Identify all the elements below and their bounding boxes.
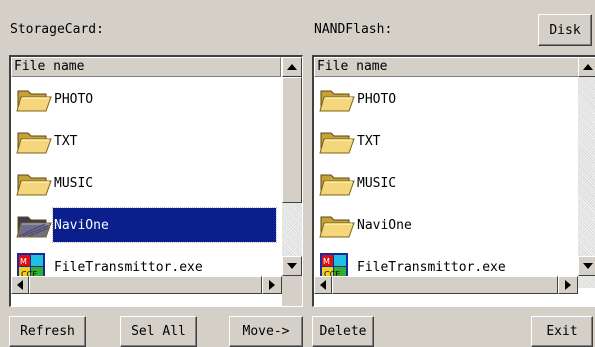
svg-text:M: M — [323, 257, 330, 266]
arrow-right-icon — [565, 280, 571, 290]
vertical-scrollbar[interactable] — [578, 57, 595, 288]
arrow-down-icon — [287, 263, 297, 269]
arrow-left-icon — [320, 280, 326, 290]
scroll-right-button[interactable] — [558, 276, 578, 294]
list-item[interactable]: MUSIC — [11, 162, 281, 204]
list-item[interactable]: PHOTO — [314, 78, 577, 120]
arrow-left-icon — [17, 280, 23, 290]
scroll-up-button[interactable] — [282, 57, 302, 77]
arrow-down-icon — [583, 263, 593, 269]
folder-icon — [15, 208, 53, 242]
scroll-right-button[interactable] — [262, 276, 282, 294]
folder-icon — [318, 208, 356, 242]
file-name-label: TXT — [54, 133, 78, 149]
scroll-left-button[interactable] — [314, 276, 332, 294]
file-name-label: FileTransmittor.exe — [54, 259, 203, 275]
arrow-up-icon — [583, 64, 593, 70]
list-item[interactable]: TXT — [314, 120, 577, 162]
list-item[interactable]: NaviOne — [314, 204, 577, 246]
horizontal-scrollbar[interactable] — [314, 276, 578, 294]
svg-text:M: M — [20, 257, 27, 266]
scroll-down-button[interactable] — [578, 256, 595, 276]
scroll-up-button[interactable] — [578, 57, 595, 77]
horizontal-scrollbar[interactable] — [11, 276, 282, 294]
scroll-down-button[interactable] — [282, 256, 302, 276]
refresh-button[interactable]: Refresh — [9, 316, 86, 347]
folder-icon — [318, 82, 356, 116]
storagecard-label: StorageCard: — [10, 22, 104, 37]
move-button[interactable]: Move-> — [229, 316, 303, 347]
list-item[interactable]: TXT — [11, 120, 281, 162]
horizontal-scroll-thumb[interactable] — [29, 276, 262, 294]
folder-icon — [15, 124, 53, 158]
column-header-file-name[interactable]: File name — [11, 57, 281, 77]
storagecard-file-list[interactable]: File name PHOTO TXT MUSIC NaviOne M CCE FileTr… — [9, 55, 303, 307]
file-name-label: MUSIC — [54, 175, 94, 191]
file-name-label: NaviOne — [357, 217, 412, 233]
file-name-label: PHOTO — [54, 91, 94, 107]
exit-button[interactable]: Exit — [531, 316, 593, 347]
list-item[interactable]: NaviOne — [11, 204, 281, 246]
arrow-right-icon — [269, 280, 275, 290]
nandflash-label: NANDFlash: — [314, 22, 393, 37]
list-item[interactable]: PHOTO — [11, 78, 281, 120]
file-name-label: TXT — [357, 133, 381, 149]
vertical-scroll-thumb[interactable] — [282, 77, 302, 203]
nandflash-file-list[interactable]: File name PHOTO TXT MUSIC NaviOne M CCE FileTr… — [312, 55, 595, 307]
file-name-label: MUSIC — [357, 175, 397, 191]
folder-icon — [318, 124, 356, 158]
vertical-scrollbar[interactable] — [282, 57, 302, 288]
select-all-button[interactable]: Sel All — [120, 316, 197, 347]
delete-button[interactable]: Delete — [312, 316, 374, 347]
column-header-file-name[interactable]: File name — [314, 57, 592, 77]
folder-icon — [15, 166, 53, 200]
folder-icon — [15, 82, 53, 116]
file-name-label: NaviOne — [52, 207, 277, 243]
arrow-up-icon — [287, 64, 297, 70]
scroll-left-button[interactable] — [11, 276, 29, 294]
horizontal-scroll-thumb[interactable] — [332, 276, 558, 294]
list-item[interactable]: MUSIC — [314, 162, 577, 204]
disk-button[interactable]: Disk — [538, 14, 592, 46]
scrollbar-corner — [282, 276, 302, 306]
folder-icon — [318, 166, 356, 200]
file-name-label: PHOTO — [357, 91, 397, 107]
file-name-label: FileTransmittor.exe — [357, 259, 506, 275]
